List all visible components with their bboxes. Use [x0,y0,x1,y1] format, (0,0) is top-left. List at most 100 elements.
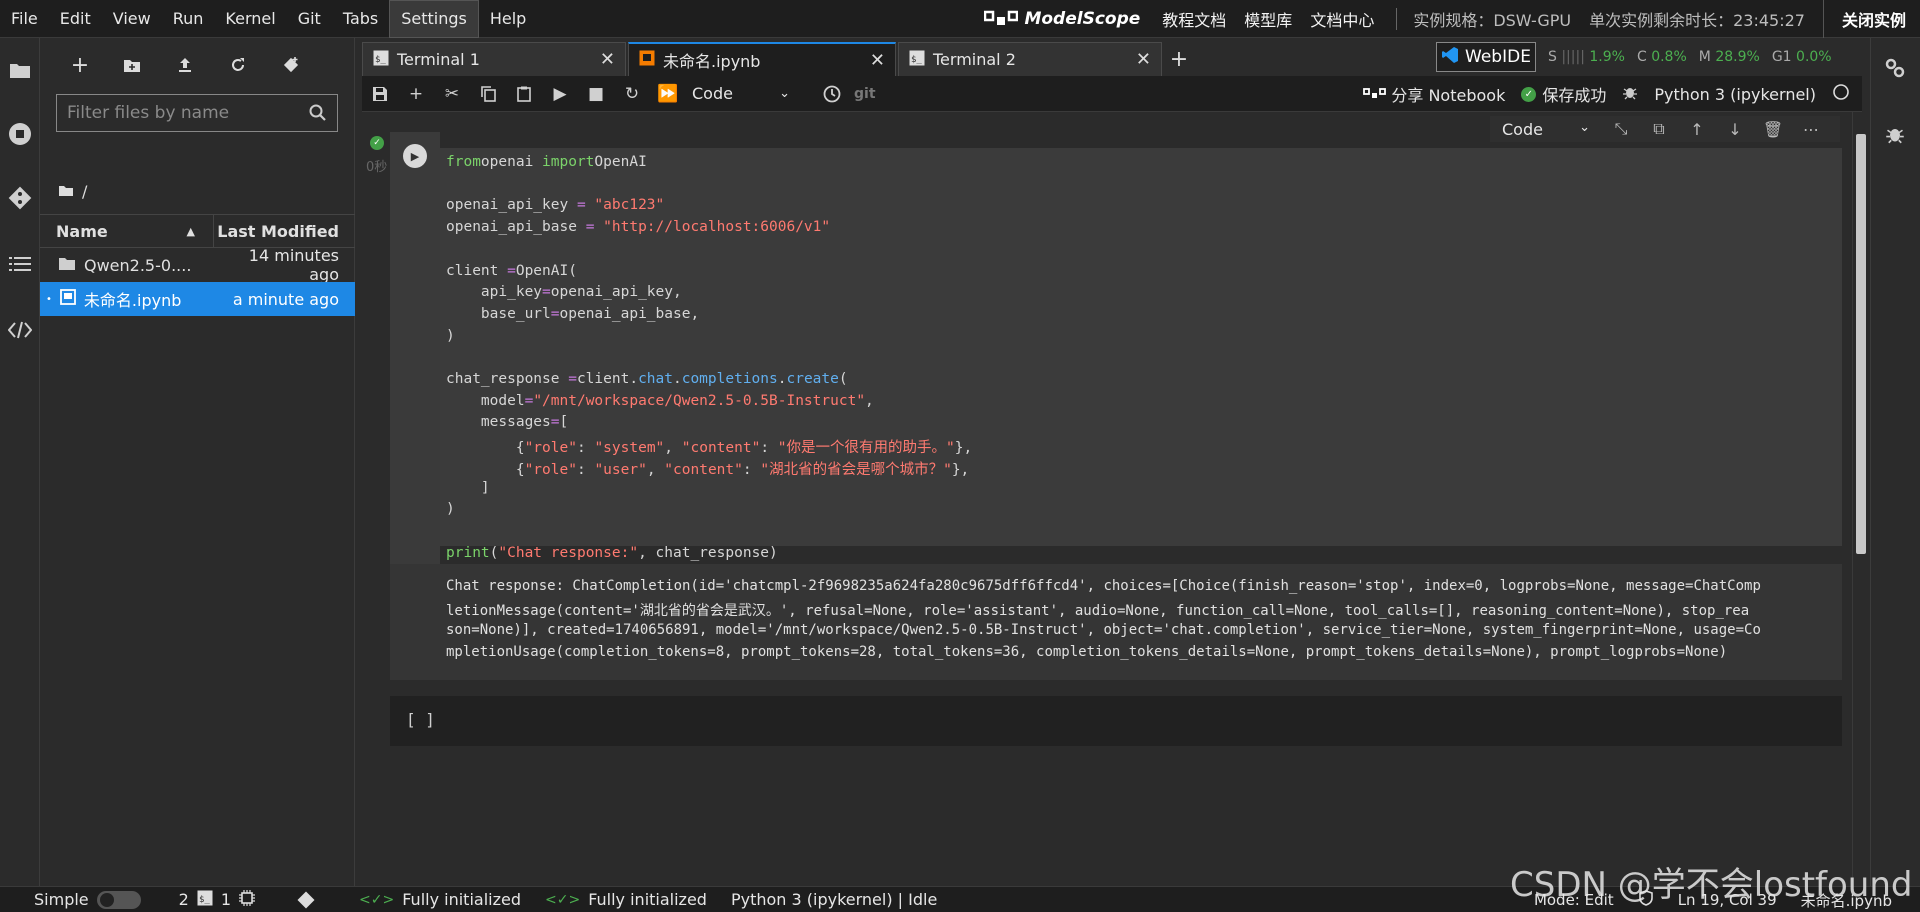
new-folder-icon[interactable] [117,50,147,80]
metric-m: M 28.9% [1698,49,1760,65]
code-line: chat_response =client.chat.completions.c… [446,371,848,387]
git-status-icon[interactable] [297,891,315,909]
refresh-icon[interactable] [223,50,253,80]
svg-text:$_: $_ [911,55,922,65]
duplicate-icon[interactable]: ⧉ [1640,119,1678,139]
simple-mode-toggle[interactable] [96,890,141,909]
folder-icon [58,256,76,275]
close-icon[interactable]: ✕ [1136,49,1151,70]
cell-output: Chat response: ChatCompletion(id='chatcm… [390,564,1842,680]
empty-code-cell[interactable]: [ ] [390,696,1842,746]
column-last-modified[interactable]: Last Modified [214,222,355,241]
code-token: client. [576,371,639,387]
copy-icon[interactable] [470,76,506,112]
code-snippets-icon[interactable] [6,316,34,344]
debugger-icon[interactable] [1881,120,1909,148]
lsp-status-1[interactable]: <✓> Fully initialized [359,890,521,909]
cell-type-select[interactable]: Code ⌄ [686,84,796,103]
more-icon[interactable]: ⋯ [1792,120,1830,139]
insert-cell-icon[interactable]: + [398,76,434,112]
git-clone-icon[interactable] [276,50,306,80]
menu-file[interactable]: File [0,0,49,38]
file-row-selected[interactable]: • 未命名.ipynb a minute ago [40,282,355,316]
menu-view[interactable]: View [102,0,162,38]
code-token: "role" [524,461,577,478]
menu-run[interactable]: Run [162,0,215,38]
breadcrumb-root[interactable]: / [82,182,87,201]
share-notebook-button[interactable]: 分享 Notebook [1363,82,1505,106]
add-tab-icon[interactable]: + [1164,42,1194,76]
run-cell-icon[interactable]: ▶ [403,144,427,168]
delete-icon[interactable]: 🗑 [1754,120,1792,139]
code-token: OpenAI [594,154,647,170]
kernel-name[interactable]: Python 3 (ipykernel) [1654,85,1816,104]
link-docs[interactable]: 文档中心 [1310,7,1374,31]
cut-icon[interactable]: ✂ [434,76,470,112]
execution-time: 0秒 [366,160,388,175]
code-token: "你是一个很有用的助手。" [777,440,955,457]
menu-tabs[interactable]: Tabs [332,0,389,38]
code-token: chat [638,371,673,387]
breadcrumb-folder-icon[interactable] [58,182,74,201]
scrollbar[interactable] [1852,112,1868,882]
link-model-hub[interactable]: 模型库 [1244,7,1292,31]
link-tutorial[interactable]: 教程文档 [1162,7,1226,31]
running-stop-icon[interactable] [6,120,34,148]
upload-icon[interactable] [170,50,200,80]
scrollbar-thumb[interactable] [1856,134,1866,554]
restart-icon[interactable]: ↻ [614,76,650,112]
menu-settings[interactable]: Settings [389,0,479,38]
chevron-down-icon: ⌄ [779,86,790,101]
debug-bug-icon[interactable] [1622,84,1638,104]
save-icon[interactable] [362,76,398,112]
column-name[interactable]: Name ▲ [40,214,214,248]
clock-icon[interactable] [814,76,850,112]
new-launcher-icon[interactable]: + [65,50,95,80]
modelscope-logo[interactable]: ModelScope [984,9,1140,29]
close-icon[interactable]: ✕ [870,50,885,71]
tab-terminal-2[interactable]: $_ Terminal 2 ✕ [898,42,1162,76]
folder-icon[interactable] [6,56,34,84]
tab-notebook[interactable]: 未命名.ipynb ✕ [628,42,896,76]
file-modified: a minute ago [232,289,339,309]
run-all-icon[interactable]: ⏩ [650,76,686,112]
move-up-icon[interactable]: ↑ [1678,120,1716,139]
code-cell[interactable]: ▶ fromopenai importOpenAI openai_api_key … [390,132,1842,564]
table-of-contents-icon[interactable] [6,250,34,278]
output-line: Chat response: ChatCompletion(id='chatcm… [446,578,1761,594]
code-line: base_url=openai_api_base, [446,306,699,322]
close-icon[interactable]: ✕ [600,49,615,70]
code-token: : [742,461,761,478]
menu-git[interactable]: Git [287,0,332,38]
webide-button[interactable]: WebIDE [1436,42,1536,72]
code-token: "abc123" [585,197,665,214]
code-token: api_key [446,284,543,301]
code-line: openai_api_base = "http://localhost:6006… [446,219,830,235]
filter-files-input[interactable] [57,103,297,123]
kernel-status[interactable]: Python 3 (ipykernel) | Idle [731,890,937,909]
tab-label: Terminal 1 [397,50,480,69]
git-diff-button[interactable]: git [854,86,876,102]
file-list-header: Name ▲ Last Modified [40,214,355,248]
property-inspector-icon[interactable] [1881,54,1909,82]
code-token: "role" [524,440,577,457]
collapse-icon[interactable]: ⤡ [1602,119,1640,139]
file-row[interactable]: Qwen2.5-0.... 14 minutes ago [40,246,355,284]
stop-icon[interactable]: ■ [578,76,614,112]
tab-terminal-1[interactable]: $_ Terminal 1 ✕ [362,42,626,76]
menu-help[interactable]: Help [479,0,537,38]
cell-toolbar: Code ⌄ ⤡ ⧉ ↑ ↓ 🗑 ⋯ [1490,116,1840,142]
run-icon[interactable]: ▶ [542,76,578,112]
close-instance-button[interactable]: 关闭实例 [1822,0,1920,38]
lsp-status-2[interactable]: <✓> Fully initialized [545,890,707,909]
move-down-icon[interactable]: ↓ [1716,120,1754,139]
menu-kernel[interactable]: Kernel [214,0,286,38]
paste-icon[interactable] [506,76,542,112]
code-token: "user" [594,461,647,478]
git-icon[interactable] [6,184,34,212]
cell-type-dropdown[interactable]: Code ⌄ [1490,120,1602,139]
code-line: ) [446,501,455,517]
code-token: }, [954,440,973,457]
menu-edit[interactable]: Edit [49,0,102,38]
running-terminals[interactable]: 2 $_ 1 [179,889,256,910]
